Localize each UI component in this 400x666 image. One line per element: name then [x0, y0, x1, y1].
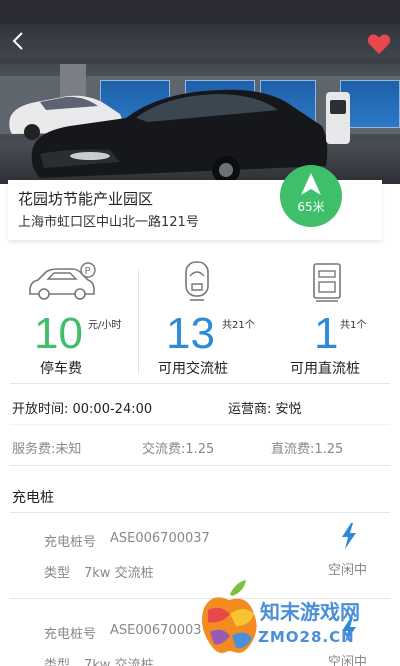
dc-total: 共1个: [340, 320, 367, 331]
opening-hours: 开放时间: 00:00-24:00: [12, 402, 153, 417]
ac-fee: 交流费:1.25: [142, 442, 215, 457]
navigation-arrow-icon: [301, 173, 321, 195]
station-address: 上海市虹口区中山北一路121号: [18, 215, 199, 230]
ac-total: 共21个: [222, 320, 255, 331]
dc-available-value: 1: [314, 309, 339, 358]
parking-fee-label: 停车费: [40, 361, 82, 377]
station-photo: [0, 24, 400, 184]
operator: 运营商: 安悦: [228, 402, 302, 417]
station-name: 花园坊节能产业园区: [18, 190, 154, 208]
pile-type: 7kw 交流桩: [84, 566, 154, 581]
black-car-image: [31, 89, 328, 184]
dc-charger-icon: [313, 263, 341, 302]
lightning-bolt-icon: [342, 523, 356, 549]
heart-icon: [367, 34, 391, 54]
watermark-domain: ZMO28.CN: [258, 628, 355, 646]
dc-fee: 直流费:1.25: [271, 442, 344, 457]
favorite-button[interactable]: [367, 33, 391, 55]
ac-available-label: 可用交流桩: [158, 361, 228, 377]
pile-type-label: 类型: [44, 658, 71, 666]
pile-type-label: 类型: [44, 566, 71, 581]
parking-fee-value: 10: [34, 309, 83, 358]
pile-id-label: 充电桩号: [44, 535, 97, 550]
pile-id: ASE006700037: [110, 531, 210, 546]
navigate-button[interactable]: 65米: [280, 165, 342, 227]
watermark-logo: 知末游戏网 ZMO28.CN: [196, 574, 400, 666]
dc-available-label: 可用直流桩: [290, 361, 360, 377]
ac-available-value: 13: [166, 309, 215, 358]
pile-type: 7kw 交流桩: [84, 658, 154, 666]
back-button[interactable]: [8, 30, 30, 52]
section-title-piles: 充电桩: [12, 490, 54, 506]
parking-fee-unit: 元/小时: [88, 320, 122, 331]
watermark-text: 知末游戏网: [260, 600, 360, 624]
status-bar: [0, 0, 400, 24]
service-fee: 服务费:未知: [12, 442, 82, 457]
parking-car-icon: P: [29, 262, 96, 300]
pile-id: ASE00670003: [110, 623, 202, 638]
apple-logo-icon: [202, 580, 257, 653]
pile-id-label: 充电桩号: [44, 627, 97, 642]
distance-label: 65米: [297, 200, 325, 214]
svg-text:P: P: [85, 266, 91, 277]
ac-charger-icon: [185, 261, 209, 301]
chevron-left-icon: [12, 32, 23, 50]
